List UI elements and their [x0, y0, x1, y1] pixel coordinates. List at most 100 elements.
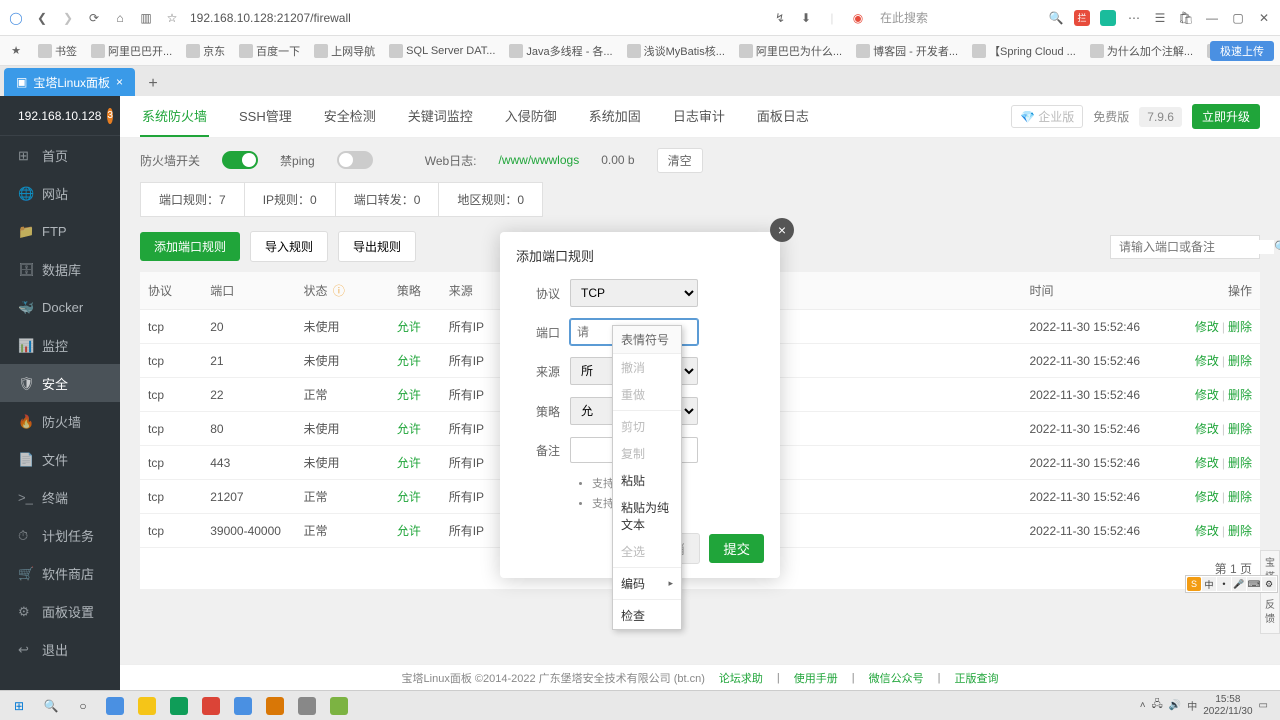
more-icon[interactable]: ⋯ [1126, 10, 1142, 26]
tray-ime-icon[interactable]: 中 [1187, 698, 1197, 713]
tab-close-icon[interactable]: × [116, 75, 123, 89]
sidebar-item-13[interactable]: ↩退出 [0, 630, 120, 668]
ctx-inspect[interactable]: 检查 [613, 602, 681, 629]
sidebar-item-6[interactable]: 🛡安全 [0, 364, 120, 402]
delete-link[interactable]: 删除 [1228, 388, 1252, 402]
ime-cn-icon[interactable]: 中 [1202, 577, 1216, 591]
back-icon[interactable]: ❮ [34, 10, 50, 26]
sidebar-item-10[interactable]: ⏱计划任务 [0, 516, 120, 554]
browser-tab-active[interactable]: ▣ 宝塔Linux面板 × [4, 68, 135, 96]
sidebar-item-9[interactable]: >_终端 [0, 478, 120, 516]
sidebar-item-4[interactable]: 🐳Docker [0, 288, 120, 326]
upgrade-button[interactable]: 立即升级 [1192, 104, 1260, 129]
delete-link[interactable]: 删除 [1228, 354, 1252, 368]
search-input[interactable] [1119, 240, 1274, 254]
minimize-icon[interactable]: — [1204, 10, 1220, 26]
bookmark-item[interactable]: 为什么加个注解... [1090, 43, 1193, 59]
modal-close-icon[interactable]: × [770, 218, 794, 242]
cart-icon[interactable]: 🛍 [1178, 10, 1194, 26]
ext-icon-2[interactable] [1100, 10, 1116, 26]
bookmark-item[interactable]: 阿里巴巴开... [91, 43, 172, 59]
ctx-copy[interactable]: 复制 [613, 440, 681, 467]
bookmark-item[interactable]: SQL Server DAT... [389, 43, 495, 59]
import-button[interactable]: 导入规则 [250, 231, 328, 262]
tb-app-1[interactable] [100, 693, 130, 719]
ime-mic-icon[interactable]: 🎤 [1232, 577, 1246, 591]
tb-app-5[interactable] [228, 693, 258, 719]
bookmark-item[interactable]: 【Spring Cloud ... [972, 43, 1076, 59]
security-tab-2[interactable]: 安全检测 [322, 96, 378, 137]
edit-link[interactable]: 修改 [1195, 320, 1219, 334]
submit-button[interactable]: 提交 [709, 534, 764, 563]
security-tab-7[interactable]: 面板日志 [755, 96, 811, 137]
tb-app-8[interactable] [324, 693, 354, 719]
search-engine-icon[interactable]: ◉ [850, 10, 866, 26]
security-tab-4[interactable]: 入侵防御 [503, 96, 559, 137]
edit-link[interactable]: 修改 [1195, 388, 1219, 402]
system-tray[interactable]: ˄ 🖧 🔊 中 15:58 2022/11/30 ▭ [1140, 694, 1276, 718]
edit-link[interactable]: 修改 [1195, 524, 1219, 538]
rule-tab-0[interactable]: 端口规则：7 [140, 182, 245, 217]
sidebar-item-11[interactable]: 🛒软件商店 [0, 554, 120, 592]
edit-link[interactable]: 修改 [1195, 354, 1219, 368]
enterprise-badge[interactable]: 💎 企业版 [1011, 105, 1083, 128]
tray-chevron-icon[interactable]: ˄ [1140, 700, 1146, 711]
magic-icon[interactable]: ↯ [772, 10, 788, 26]
link-genuine[interactable]: 正版查询 [954, 670, 998, 686]
ctx-paste[interactable]: 粘贴 [613, 467, 681, 494]
ctx-redo[interactable]: 重做 [613, 381, 681, 408]
weblog-path[interactable]: /www/wwwlogs [499, 153, 580, 167]
search-placeholder[interactable]: 在此搜索 [880, 9, 928, 26]
tray-vol-icon[interactable]: 🔊 [1169, 700, 1181, 711]
ctx-cut[interactable]: 剪切 [613, 413, 681, 440]
home-icon[interactable]: ⌂ [112, 10, 128, 26]
proto-select[interactable]: TCP [570, 279, 698, 307]
ctx-paste-plain[interactable]: 粘贴为纯文本 [613, 494, 681, 538]
bookmark-item[interactable]: 博客园 - 开发者... [856, 43, 958, 59]
cortana-icon[interactable]: ○ [68, 693, 98, 719]
rule-tab-1[interactable]: IP规则：0 [244, 182, 336, 217]
delete-link[interactable]: 删除 [1228, 456, 1252, 470]
menu-icon[interactable]: ☰ [1152, 10, 1168, 26]
add-rule-button[interactable]: 添加端口规则 [140, 232, 240, 261]
ime-set-icon[interactable]: ⚙ [1262, 577, 1276, 591]
ctx-encoding[interactable]: 编码▸ [613, 570, 681, 597]
url-bar[interactable]: 192.168.10.128:21207/firewall [190, 11, 762, 25]
security-tab-5[interactable]: 系统加固 [587, 96, 643, 137]
ime-punct-icon[interactable]: • [1217, 577, 1231, 591]
rule-tab-3[interactable]: 地区规则：0 [438, 182, 543, 217]
bookmark-item[interactable]: 百度一下 [239, 43, 300, 59]
sidebar-item-7[interactable]: 🔥防火墙 [0, 402, 120, 440]
help-icon[interactable]: ⓘ [333, 284, 345, 298]
search-icon[interactable]: 🔍 [1274, 240, 1280, 254]
tb-app-4[interactable] [196, 693, 226, 719]
sidebar-item-3[interactable]: 🗄数据库 [0, 250, 120, 288]
reload-icon[interactable]: ⟳ [86, 10, 102, 26]
delete-link[interactable]: 删除 [1228, 422, 1252, 436]
bookmark-item[interactable]: 书签 [38, 43, 77, 59]
tb-app-6[interactable] [260, 693, 290, 719]
sidebar-item-1[interactable]: 🌐网站 [0, 174, 120, 212]
export-button[interactable]: 导出规则 [338, 231, 416, 262]
sidebar-item-8[interactable]: 📄文件 [0, 440, 120, 478]
forward-icon[interactable]: ❯ [60, 10, 76, 26]
star-icon[interactable]: ☆ [164, 10, 180, 26]
sidebar-item-5[interactable]: 📊监控 [0, 326, 120, 364]
notif-icon[interactable]: ▭ [1259, 700, 1268, 711]
ext-icon-1[interactable]: 拦 [1074, 10, 1090, 26]
clear-log-button[interactable]: 清空 [657, 148, 703, 173]
bookmark-item[interactable]: 京东 [186, 43, 225, 59]
ctx-select-all[interactable]: 全选 [613, 538, 681, 565]
edit-link[interactable]: 修改 [1195, 422, 1219, 436]
upload-button[interactable]: 极速上传 [1210, 41, 1274, 61]
link-forum[interactable]: 论坛求助 [719, 670, 763, 686]
search-taskbar-icon[interactable]: 🔍 [36, 693, 66, 719]
sidebar-item-12[interactable]: ⚙面板设置 [0, 592, 120, 630]
ime-kb-icon[interactable]: ⌨ [1247, 577, 1261, 591]
edit-link[interactable]: 修改 [1195, 490, 1219, 504]
ping-toggle[interactable] [337, 151, 373, 169]
ime-logo-icon[interactable]: S [1187, 577, 1201, 591]
security-tab-6[interactable]: 日志审计 [671, 96, 727, 137]
sidebar-icon[interactable]: ▥ [138, 10, 154, 26]
close-window-icon[interactable]: ✕ [1256, 10, 1272, 26]
